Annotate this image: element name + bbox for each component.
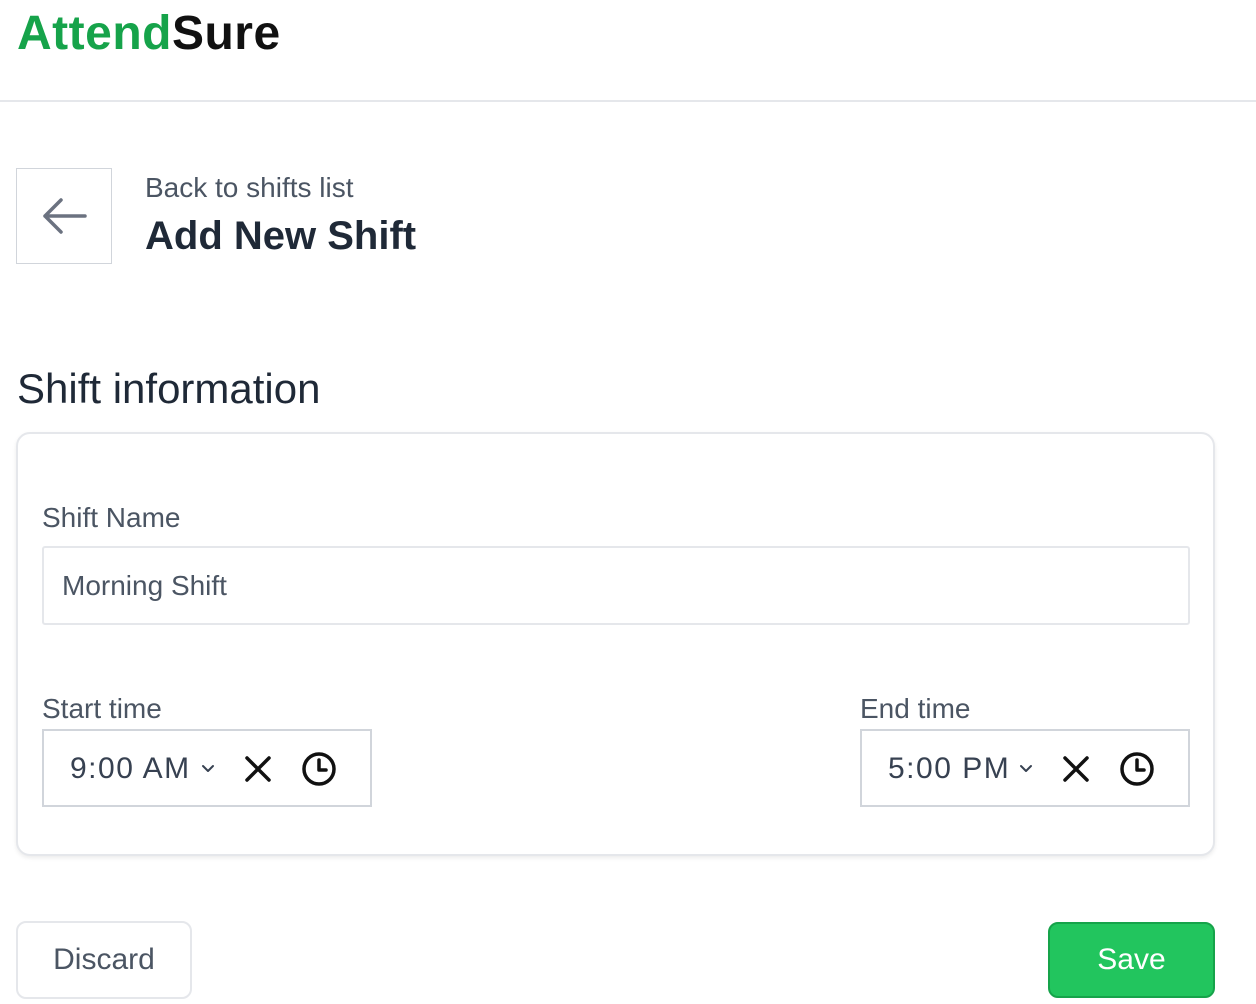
page-title: Add New Shift [145, 214, 417, 258]
top-bar: AttendSure [0, 0, 1256, 102]
close-icon[interactable] [1061, 754, 1091, 784]
start-time-picker[interactable]: 9:00 AM [42, 729, 372, 807]
chevron-down-icon[interactable] [200, 761, 216, 777]
end-time-label: End time [860, 693, 971, 724]
clock-icon[interactable] [301, 751, 337, 787]
brand-name-part2: Sure [171, 7, 281, 60]
start-time-label: Start time [42, 693, 162, 724]
brand-logo[interactable]: AttendSure [17, 4, 281, 64]
back-to-shifts-link[interactable]: Back to shifts list [145, 170, 354, 206]
brand-name-part1: Attend [17, 7, 172, 60]
shift-name-label: Shift Name [42, 502, 181, 533]
save-button[interactable]: Save [1048, 922, 1215, 998]
discard-button[interactable]: Discard [16, 921, 192, 999]
start-time-value[interactable]: 9:00 AM [70, 751, 191, 787]
close-icon[interactable] [243, 754, 273, 784]
arrow-left-icon [43, 198, 87, 234]
clock-icon[interactable] [1119, 751, 1155, 787]
chevron-down-icon[interactable] [1018, 761, 1034, 777]
shift-name-input[interactable] [42, 546, 1190, 625]
end-time-picker[interactable]: 5:00 PM [860, 729, 1190, 807]
section-title: Shift information [17, 365, 321, 412]
back-button[interactable] [16, 168, 112, 264]
end-time-value[interactable]: 5:00 PM [888, 751, 1010, 787]
